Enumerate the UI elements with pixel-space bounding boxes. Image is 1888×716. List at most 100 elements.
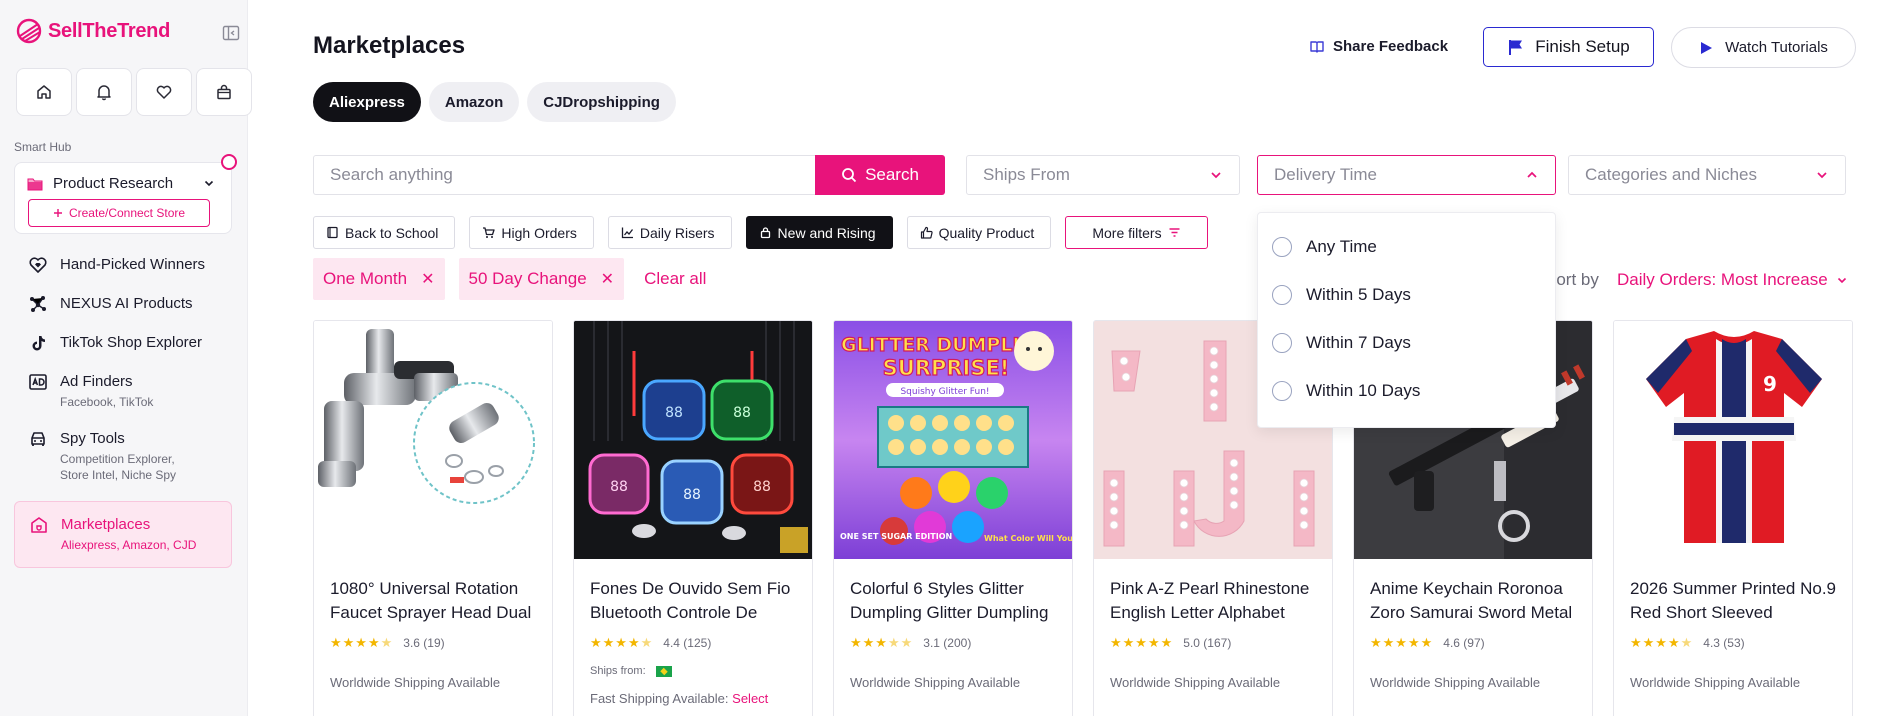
home-icon [37,85,51,99]
notebook-icon [327,226,338,239]
share-feedback-button[interactable]: Share Feedback [1309,38,1448,55]
chip-label: More filters [1092,224,1162,241]
more-filters-button[interactable]: More filters [1065,216,1208,249]
search-bar: Search [313,155,945,195]
bell-icon [97,85,111,101]
product-card[interactable]: 9 2026 Summer Printed No.9 Red Short Sle… [1613,320,1853,716]
sidebar-nav: Hand-Picked Winners NEXUS AI Products Ti… [14,246,232,568]
product-card[interactable]: 1080° Universal Rotation Faucet Sprayer … [313,320,553,716]
folder-icon [27,178,43,190]
product-research-card: Product Research Create/Connect Store [14,162,232,234]
ships-from-label: Ships From [983,165,1070,184]
star-rating-icon: ★★★★★ [1370,635,1434,650]
option-label: Any Time [1306,237,1377,256]
sort-select[interactable]: Daily Orders: Most Increase [1617,270,1848,290]
sidebar-item-sub: Competition Explorer, Store Intel, Niche… [60,452,177,482]
product-rating: ★★★★★ 4.4 (125) [590,635,796,651]
select-link[interactable]: Select [732,691,768,706]
ships-from-select[interactable]: Ships From [966,155,1240,195]
search-input[interactable] [313,155,815,195]
svg-text:What Color Will You Get?: What Color Will You Get? [984,534,1073,543]
chip-new-and-rising[interactable]: New and Rising [745,216,893,249]
chevron-down-icon [1817,172,1827,179]
remove-filter-icon[interactable]: ✕ [601,269,614,289]
rating-value: 4.3 (53) [1703,636,1745,650]
play-icon [1701,41,1713,54]
product-grid: 1080° Universal Rotation Faucet Sprayer … [313,320,1853,716]
flag-icon [1509,40,1523,55]
product-title: 2026 Summer Printed No.9 Red Short Sleev… [1630,579,1836,622]
create-store-label: Create/Connect Store [68,206,186,220]
notifications-button[interactable] [76,68,132,116]
tiktok-icon [32,336,45,351]
delivery-option-5-days[interactable]: Within 5 Days [1258,271,1555,319]
svg-text:ONE SET SUGAR EDITION: ONE SET SUGAR EDITION [840,532,952,541]
product-rating: ★★★★★ 3.1 (200) [850,635,1056,651]
search-button[interactable]: Search [815,155,945,195]
quick-actions [16,68,252,116]
radio-button[interactable] [1272,333,1292,353]
product-research-toggle[interactable]: Product Research [27,175,173,192]
finish-setup-button[interactable]: Finish Setup [1483,27,1654,67]
tab-aliexpress[interactable]: Aliexpress [313,82,421,122]
chevron-down-icon[interactable] [203,177,215,189]
svg-text:88: 88 [733,405,751,421]
radio-button[interactable] [1272,237,1292,257]
delivery-time-select[interactable]: Delivery Time [1257,155,1556,195]
brand-logo[interactable]: SellTheTrend [16,18,170,44]
star-rating-icon: ★★★★★ [590,635,654,650]
sidebar-item-marketplaces[interactable]: Marketplaces Aliexpress, Amazon, CJD [14,501,232,568]
svg-text:9: 9 [1763,372,1777,396]
marketplace-tabs: Aliexpress Amazon CJDropshipping [313,82,676,122]
page-title: Marketplaces [313,32,466,59]
chip-high-orders[interactable]: High Orders [469,216,594,249]
sidebar-item-spy-tools[interactable]: Spy Tools Competition Explorer, Store In… [14,420,232,493]
chevron-up-icon [1527,171,1537,178]
categories-select[interactable]: Categories and Niches [1568,155,1846,195]
sidebar-item-label: Ad Finders [60,373,133,390]
collapse-sidebar-icon[interactable] [222,24,240,42]
chip-quality-product[interactable]: Quality Product [906,216,1052,249]
tab-amazon[interactable]: Amazon [428,82,520,122]
shopping-bag-icon [217,84,231,100]
product-card[interactable]: GLITTER DUMPLING SURPRISE! Squishy Glitt… [833,320,1073,716]
sidebar-item-ad-finders[interactable]: Ad Finders Facebook, TikTok [14,363,232,420]
sidebar-item-tiktok-shop[interactable]: TikTok Shop Explorer [14,324,232,363]
home-button[interactable] [16,68,72,116]
categories-label: Categories and Niches [1585,165,1757,184]
create-connect-store-button[interactable]: Create/Connect Store [28,199,210,227]
delivery-option-10-days[interactable]: Within 10 Days [1258,367,1555,415]
rating-value: 4.6 (97) [1443,636,1485,650]
product-title: Pink A-Z Pearl Rhinestone English Letter… [1110,579,1310,622]
delivery-option-7-days[interactable]: Within 7 Days [1258,319,1555,367]
product-rating: ★★★★★ 4.6 (97) [1370,635,1576,651]
delivery-option-any-time[interactable]: Any Time [1258,223,1555,271]
chip-back-to-school[interactable]: Back to School [313,216,456,249]
cart-icon [483,227,496,238]
radio-button[interactable] [1272,285,1292,305]
chip-label: New and Rising [777,224,876,241]
shipping-info: Worldwide Shipping Available [1630,675,1801,690]
sidebar-item-label: NEXUS AI Products [60,295,193,312]
tab-cjdropshipping[interactable]: CJDropshipping [527,82,676,122]
option-label: Within 10 Days [1306,381,1421,400]
fast-shipping-info: Fast Shipping Available: Select [590,691,796,706]
shop-button[interactable] [196,68,252,116]
favorites-button[interactable] [136,68,192,116]
remove-filter-icon[interactable]: ✕ [421,269,434,289]
chip-label: Daily Risers [639,224,715,241]
radio-button[interactable] [1272,381,1292,401]
watch-tutorials-button[interactable]: Watch Tutorials [1671,27,1856,68]
status-dot [221,154,237,170]
product-rating: ★★★★★ 4.3 (53) [1630,635,1836,651]
clear-all-button[interactable]: Clear all [644,269,706,289]
option-label: Within 5 Days [1306,285,1411,304]
product-card[interactable]: 88 88 88 88 88 Fones De Ouvido Sem Fio B… [573,320,813,716]
chip-daily-risers[interactable]: Daily Risers [607,216,732,249]
shipping-info: Worldwide Shipping Available [330,675,501,690]
sidebar-item-hand-picked-winners[interactable]: Hand-Picked Winners [14,246,232,285]
sidebar-item-nexus-ai[interactable]: NEXUS AI Products [14,285,232,324]
sidebar-item-sub: Aliexpress, Amazon, CJD [61,538,197,552]
book-icon [1310,40,1324,53]
trending-chart-icon [621,227,633,239]
